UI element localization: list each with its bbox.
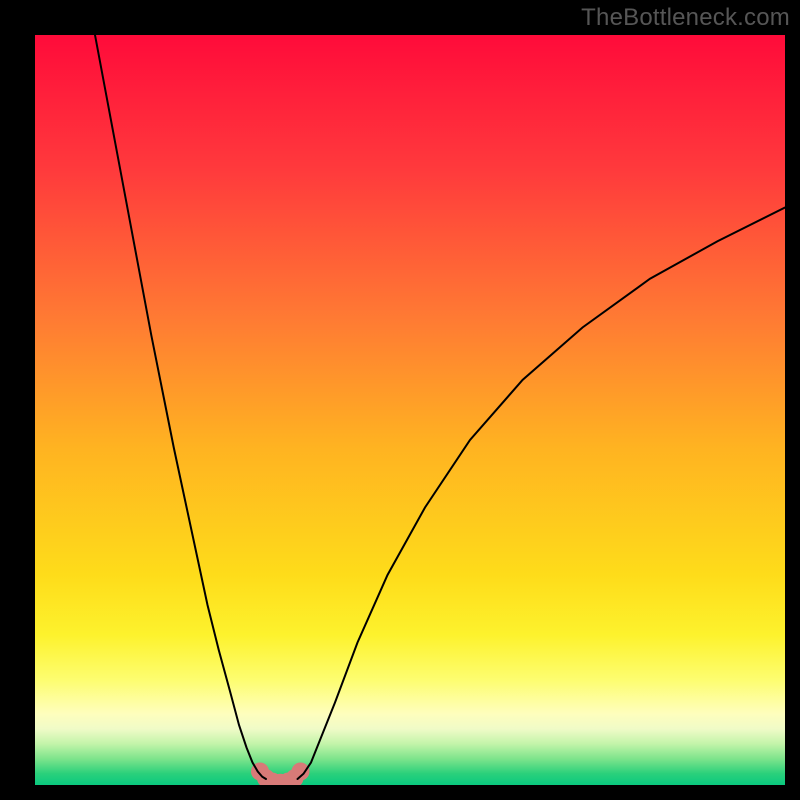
right-curve — [298, 208, 786, 780]
watermark-text: TheBottleneck.com — [581, 4, 790, 32]
chart-frame: TheBottleneck.com — [0, 0, 800, 800]
left-curve — [95, 35, 266, 779]
curves-layer — [35, 35, 785, 785]
plot-area — [35, 35, 785, 785]
